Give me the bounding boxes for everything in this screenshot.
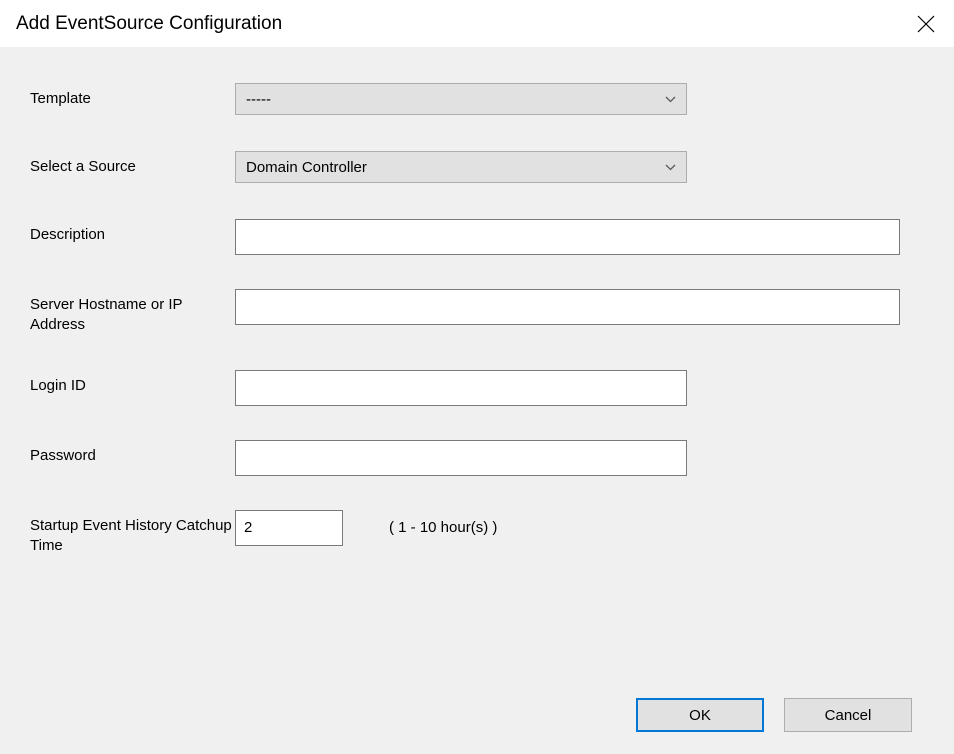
catchup-hint: ( 1 - 10 hour(s) ) bbox=[389, 519, 497, 536]
template-dropdown[interactable]: ----- bbox=[235, 83, 687, 115]
close-icon[interactable] bbox=[916, 14, 936, 34]
field-password: Password bbox=[30, 440, 924, 476]
dialog-title: Add EventSource Configuration bbox=[12, 13, 282, 35]
description-input[interactable] bbox=[235, 219, 900, 255]
source-label: Select a Source bbox=[30, 157, 235, 177]
field-source: Select a Source Domain Controller bbox=[30, 151, 924, 183]
dialog-body: Template ----- Select a Source Domain Co… bbox=[0, 47, 954, 754]
template-value: ----- bbox=[246, 91, 271, 108]
login-label: Login ID bbox=[30, 370, 235, 396]
field-template: Template ----- bbox=[30, 83, 924, 115]
catchup-label: Startup Event History Catchup Time bbox=[30, 510, 235, 557]
titlebar: Add EventSource Configuration bbox=[0, 0, 954, 47]
field-description: Description bbox=[30, 219, 924, 255]
source-value: Domain Controller bbox=[246, 159, 367, 176]
source-dropdown[interactable]: Domain Controller bbox=[235, 151, 687, 183]
form-area: Template ----- Select a Source Domain Co… bbox=[30, 83, 924, 698]
template-label: Template bbox=[30, 89, 235, 109]
hostname-input[interactable] bbox=[235, 289, 900, 325]
field-catchup: Startup Event History Catchup Time ( 1 -… bbox=[30, 510, 924, 557]
password-label: Password bbox=[30, 440, 235, 466]
description-label: Description bbox=[30, 219, 235, 245]
ok-button[interactable]: OK bbox=[636, 698, 764, 732]
chevron-down-icon bbox=[664, 161, 676, 173]
cancel-button[interactable]: Cancel bbox=[784, 698, 912, 732]
login-input[interactable] bbox=[235, 370, 687, 406]
field-login: Login ID bbox=[30, 370, 924, 406]
field-hostname: Server Hostname or IP Address bbox=[30, 289, 924, 336]
catchup-row: ( 1 - 10 hour(s) ) bbox=[235, 510, 497, 546]
hostname-label: Server Hostname or IP Address bbox=[30, 289, 235, 336]
password-input[interactable] bbox=[235, 440, 687, 476]
catchup-input[interactable] bbox=[235, 510, 343, 546]
chevron-down-icon bbox=[664, 93, 676, 105]
button-bar: OK Cancel bbox=[30, 698, 924, 732]
